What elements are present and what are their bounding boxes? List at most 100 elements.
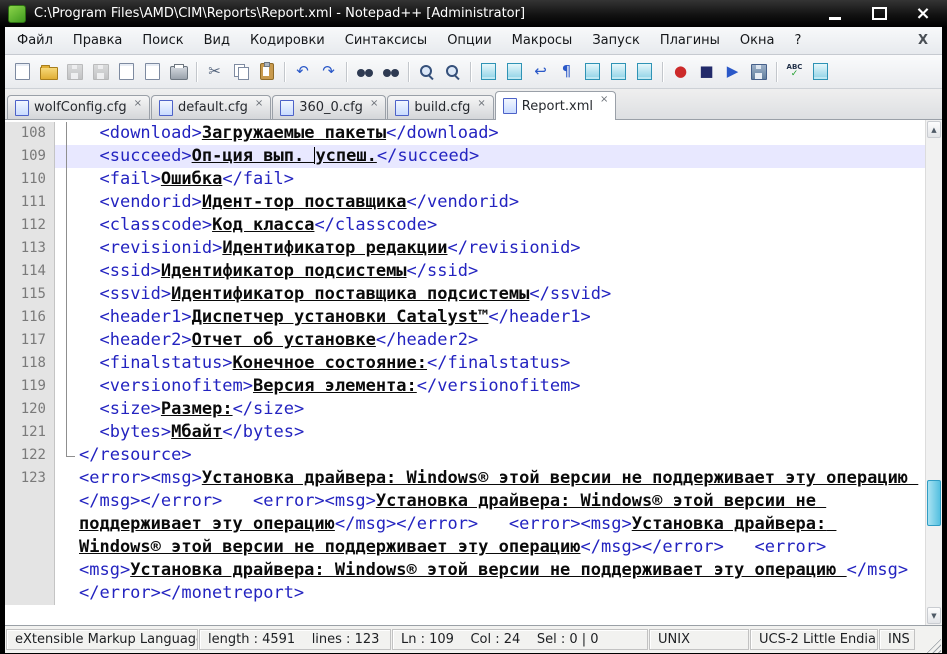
scroll-down-arrow[interactable]: ▼ xyxy=(927,607,941,624)
sync-horizontal-scroll-button[interactable] xyxy=(502,59,527,84)
replace-button[interactable] xyxy=(378,59,403,84)
tab-360_0.cfg[interactable]: 360_0.cfg× xyxy=(272,95,386,119)
line-number: 108 xyxy=(5,122,55,145)
status-cursor-position: Ln : 109 Col : 24 Sel : 0 | 0 xyxy=(392,629,648,650)
menu-edit[interactable]: Правка xyxy=(63,28,132,53)
menu-view[interactable]: Вид xyxy=(194,28,240,53)
minimize-button[interactable] xyxy=(821,5,849,23)
menu-language[interactable]: Синтаксисы xyxy=(335,28,437,53)
editor-line-117[interactable]: 117 <header2>Отчет об установке</header2… xyxy=(5,329,925,352)
toolbar-separator xyxy=(346,62,347,82)
tab-close-icon[interactable]: × xyxy=(255,98,263,109)
indent-guide-button[interactable] xyxy=(580,59,605,84)
paste-button[interactable] xyxy=(254,59,279,84)
close-button[interactable]: × xyxy=(909,5,937,23)
menu-run[interactable]: Запуск xyxy=(582,28,650,53)
scrollbar-thumb[interactable] xyxy=(927,480,941,526)
menu-macro[interactable]: Макросы xyxy=(502,28,583,53)
menu-help[interactable]: ? xyxy=(784,28,811,53)
editor-line-122[interactable]: 122</resource> xyxy=(5,444,925,467)
editor-line-114[interactable]: 114 <ssid>Идентификатор подсистемы</ssid… xyxy=(5,260,925,283)
editor-line-115[interactable]: 115 <ssvid>Идентификатор поставщика подс… xyxy=(5,283,925,306)
vertical-scrollbar[interactable]: ▲ ▼ xyxy=(925,120,942,625)
resize-grip[interactable] xyxy=(926,638,941,653)
zoom-in-icon xyxy=(419,64,434,79)
menu-search[interactable]: Поиск xyxy=(132,28,193,53)
playback-macro-button[interactable]: ▶ xyxy=(720,59,745,84)
cut-button[interactable]: ✂ xyxy=(202,59,227,84)
scroll-up-arrow[interactable]: ▲ xyxy=(927,121,941,138)
tab-Report.xml[interactable]: Report.xml× xyxy=(495,91,617,120)
tab-close-icon[interactable]: × xyxy=(134,98,142,109)
status-encoding[interactable]: UCS-2 Little Endia xyxy=(750,629,878,650)
toolbar-separator xyxy=(662,62,663,82)
show-all-characters-button[interactable]: ¶ xyxy=(554,59,579,84)
file-icon xyxy=(159,100,173,116)
maximize-button[interactable] xyxy=(865,5,893,23)
editor-line-121[interactable]: 121 <bytes>Мбайт</bytes> xyxy=(5,421,925,444)
document-monitor-button[interactable] xyxy=(808,59,833,84)
tab-build.cfg[interactable]: build.cfg× xyxy=(387,95,493,119)
editor-line-119[interactable]: 119 <versionofitem>Версия элемента:</ver… xyxy=(5,375,925,398)
zoom-out-button[interactable] xyxy=(440,59,465,84)
editor-line-112[interactable]: 112 <classcode>Код класса</classcode> xyxy=(5,214,925,237)
save-file-button xyxy=(62,59,87,84)
status-insert-mode[interactable]: INS xyxy=(879,629,915,650)
find-button[interactable] xyxy=(352,59,377,84)
menu-file[interactable]: Файл xyxy=(7,28,63,53)
menu-plugins[interactable]: Плагины xyxy=(650,28,730,53)
editor-line-118[interactable]: 118 <finalstatus>Конечное состояние:</fi… xyxy=(5,352,925,375)
sync-vertical-scroll-button[interactable] xyxy=(476,59,501,84)
editor-line-108[interactable]: 108 <download>Загружаемые пакеты</downlo… xyxy=(5,122,925,145)
file-icon xyxy=(395,100,409,116)
open-file-icon xyxy=(40,67,58,80)
status-doc-type: eXtensible Markup Language xyxy=(6,629,198,650)
menu-settings[interactable]: Опции xyxy=(437,28,501,53)
tab-close-icon[interactable]: × xyxy=(600,94,608,105)
scrollbar-track[interactable] xyxy=(926,139,942,606)
menu-encoding[interactable]: Кодировки xyxy=(240,28,335,53)
document-map-button[interactable] xyxy=(632,59,657,84)
spell-check-button[interactable]: ABC✓ xyxy=(782,59,807,84)
editor-line-111[interactable]: 111 <vendorid>Идент-тор поставщика</vend… xyxy=(5,191,925,214)
menu-window[interactable]: Окна xyxy=(730,28,785,53)
save-macro-button[interactable] xyxy=(746,59,771,84)
close-file-button[interactable] xyxy=(114,59,139,84)
editor-line-123[interactable]: 123<error><msg>Установка драйвера: Windo… xyxy=(5,467,925,605)
function-list-button[interactable] xyxy=(606,59,631,84)
file-icon xyxy=(280,100,294,116)
new-file-button[interactable] xyxy=(10,59,35,84)
line-number: 116 xyxy=(5,306,55,329)
fold-margin xyxy=(55,375,79,398)
toolbar-separator xyxy=(470,62,471,82)
menubar-close-button[interactable]: X xyxy=(904,33,942,48)
status-eol-format[interactable]: UNIX xyxy=(649,629,749,650)
open-file-button[interactable] xyxy=(36,59,61,84)
zoom-in-button[interactable] xyxy=(414,59,439,84)
editor[interactable]: 108 <download>Загружаемые пакеты</downlo… xyxy=(5,120,942,625)
tab-wolfConfig.cfg[interactable]: wolfConfig.cfg× xyxy=(7,95,150,119)
stop-recording-button[interactable]: ■ xyxy=(694,59,719,84)
tab-close-icon[interactable]: × xyxy=(477,98,485,109)
status-bar: eXtensible Markup Languagelength : 4591 … xyxy=(5,625,942,653)
editor-line-113[interactable]: 113 <revisionid>Идентификатор редакции</… xyxy=(5,237,925,260)
editor-line-109[interactable]: 109 <succeed>Оп-ция вып. успеш.</succeed… xyxy=(5,145,925,168)
zoom-out-icon xyxy=(445,64,460,79)
copy-button[interactable] xyxy=(228,59,253,84)
close-all-button[interactable] xyxy=(140,59,165,84)
record-macro-button[interactable]: ● xyxy=(668,59,693,84)
close-all-icon xyxy=(145,63,160,80)
sync-vertical-scroll-icon xyxy=(481,63,496,80)
print-button[interactable] xyxy=(166,59,191,84)
line-number: 112 xyxy=(5,214,55,237)
word-wrap-button[interactable]: ↩ xyxy=(528,59,553,84)
redo-button[interactable]: ↷ xyxy=(316,59,341,84)
editor-line-120[interactable]: 120 <size>Размер:</size> xyxy=(5,398,925,421)
new-file-icon xyxy=(15,63,30,80)
fold-margin xyxy=(55,398,79,421)
tab-default.cfg[interactable]: default.cfg× xyxy=(151,95,271,119)
editor-line-110[interactable]: 110 <fail>Ошибка</fail> xyxy=(5,168,925,191)
editor-line-116[interactable]: 116 <header1>Диспетчер установки Catalys… xyxy=(5,306,925,329)
undo-button[interactable]: ↶ xyxy=(290,59,315,84)
tab-close-icon[interactable]: × xyxy=(370,98,378,109)
